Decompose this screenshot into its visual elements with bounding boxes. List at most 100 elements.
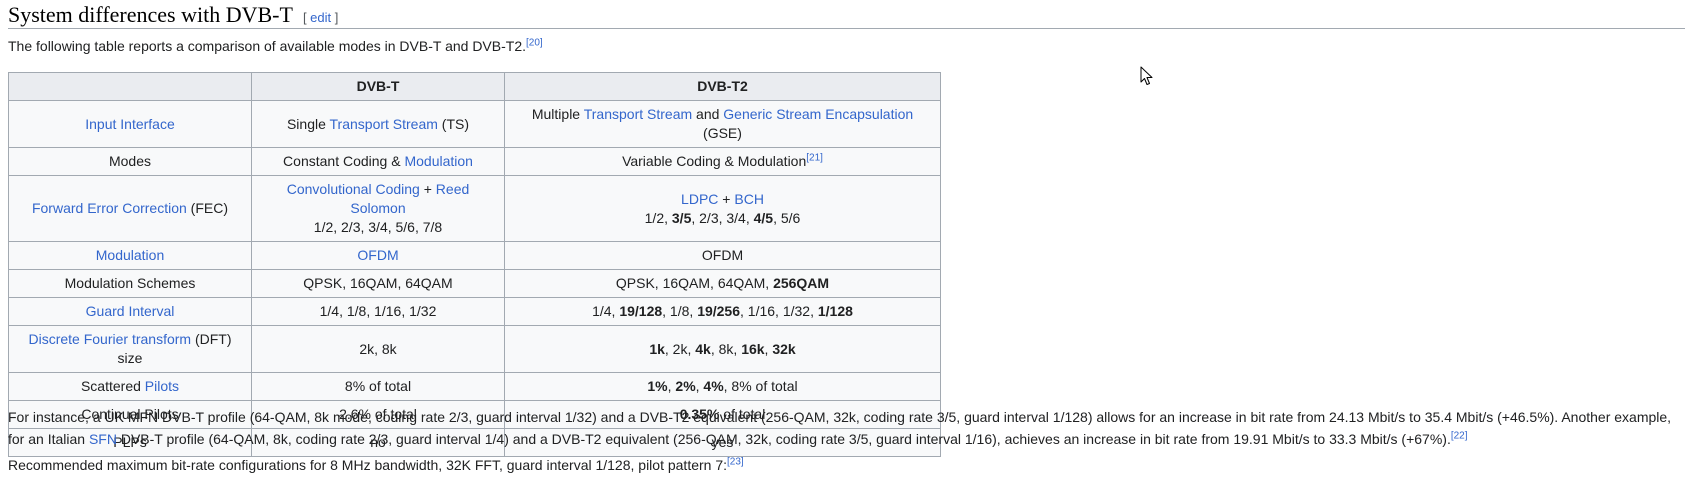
row-label-cell: Forward Error Correction (FEC) [8, 175, 252, 242]
dvb-t-cell: OFDM [251, 241, 505, 270]
table-row: Forward Error Correction (FEC) Convolutio… [8, 175, 941, 242]
table-row: Input Interface Single Transport Stream (… [8, 100, 941, 148]
edit-section: [ edit ] [302, 10, 339, 25]
dvb-t2-cell: Multiple Transport Stream and Generic St… [504, 100, 941, 148]
text-span: Recommended maximum bit-rate configurati… [8, 457, 728, 473]
wiki-link[interactable]: Forward Error Correction [32, 200, 187, 216]
table-row: Scattered Pilots 8% of total 1%, 2%, 4%, 8… [8, 372, 941, 401]
bold-text: 4k [695, 340, 711, 357]
wiki-link[interactable]: LDPC [681, 191, 718, 207]
header-corner [8, 72, 252, 101]
bold-text: 4% [703, 378, 724, 394]
text-span: OFDM [701, 247, 744, 263]
text-span: Variable Coding & Modulation [622, 153, 807, 169]
bold-text: 2% [675, 378, 696, 394]
section-title: System differences with DVB-T [8, 2, 293, 27]
dvb-t2-cell: OFDM [504, 241, 941, 270]
row-label-cell: Modulation [8, 241, 252, 270]
text-span: , 1/8, [662, 303, 698, 319]
wiki-link[interactable]: Convolutional Coding [287, 181, 420, 197]
bold-text: 1k [649, 340, 665, 357]
text-span: QPSK, 16QAM, 64QAM, [615, 275, 774, 291]
wiki-link[interactable]: SFN [89, 431, 117, 447]
text-span: + [419, 181, 436, 197]
dvb-t-cell: Convolutional Coding + Reed Solomon 1/2, … [251, 175, 505, 242]
dvb-t2-cell: QPSK, 16QAM, 64QAM, 256QAM [504, 269, 941, 298]
dvb-t-cell: 8% of total [251, 372, 505, 401]
bold-text: 19/256 [697, 303, 741, 319]
text-span: Constant Coding & [283, 153, 405, 169]
wiki-link[interactable]: Transport Stream [584, 106, 692, 122]
wiki-link[interactable]: BCH [734, 191, 764, 207]
text-span: , 2/3, 3/4, [691, 209, 754, 226]
dvb-t2-cell: 1k, 2k, 4k, 8k, 16k, 32k [504, 325, 941, 373]
reference-link[interactable]: [23] [727, 456, 744, 467]
bold-text: 32k [772, 340, 796, 357]
dvb-t-cell: 2k, 8k [251, 325, 505, 373]
table-row: Guard Interval 1/4, 1/8, 1/16, 1/32 1/4, 1… [8, 297, 941, 326]
text-span: (TS) [437, 115, 470, 132]
text-span: DVB-T profile (64-QAM, 8k, coding rate 2… [116, 431, 1451, 447]
wiki-link[interactable]: Transport Stream [330, 116, 438, 132]
wiki-link[interactable]: OFDM [357, 247, 398, 263]
dvb-t-cell: Constant Coding & Modulation [251, 147, 505, 176]
bold-text: 1/128 [817, 303, 853, 319]
row-label-cell: Scattered Pilots [8, 372, 252, 401]
dvb-t-cell: QPSK, 16QAM, 64QAM [251, 269, 505, 298]
bold-text: 19/128 [619, 303, 663, 319]
wiki-link[interactable]: Guard Interval [86, 303, 175, 319]
dvb-t-cell: Single Transport Stream (TS) [251, 100, 505, 148]
reference-link[interactable]: [22] [1451, 430, 1468, 441]
dvb-t2-cell: LDPC + BCH 1/2, 3/5, 2/3, 3/4, 4/5, 5/6 [504, 175, 941, 242]
text-span: and [692, 106, 724, 122]
intro-text: The following table reports a comparison… [8, 38, 526, 54]
wiki-link[interactable]: Generic Stream Encapsulation [723, 106, 913, 122]
text-span: 2k, 8k [359, 340, 397, 357]
text-span: Modulation Schemes [64, 275, 196, 291]
text-span: QPSK, 16QAM, 64QAM [303, 275, 453, 291]
wiki-link[interactable]: Pilots [145, 378, 179, 394]
table-row: Modulation OFDM OFDM [8, 241, 941, 270]
dvb-t-cell: 1/4, 1/8, 1/16, 1/32 [251, 297, 505, 326]
wiki-link[interactable]: Modulation [404, 153, 473, 169]
text-span: (GSE) [703, 125, 742, 141]
edit-link[interactable]: edit [310, 10, 331, 25]
row-label-cell: Guard Interval [8, 297, 252, 326]
intro-paragraph: The following table reports a comparison… [8, 36, 543, 56]
dvb-t2-cell: Variable Coding & Modulation[21] [504, 147, 941, 176]
row-label-cell: Input Interface [8, 100, 252, 148]
text-span: , 8% of total [723, 378, 798, 394]
text-span: 8% of total [344, 378, 412, 394]
text-span: 1/2, [644, 209, 672, 226]
header-dvb-t2: DVB-T2 [504, 72, 941, 101]
bold-text: 256QAM [773, 275, 830, 291]
row-label-cell: Discrete Fourier transform (DFT) size [8, 325, 252, 373]
text-span: 1/2, 2/3, 3/4, 5/6, 7/8 [313, 219, 443, 235]
wiki-link[interactable]: Modulation [96, 247, 165, 263]
row-label-cell: Modes [8, 147, 252, 176]
mouse-pointer-icon [1140, 66, 1153, 85]
text-span: , 8k, [710, 340, 742, 357]
text-span: + [718, 190, 735, 207]
text-span: , 2k, [664, 340, 696, 357]
text-span: Modes [108, 153, 152, 169]
text-span: , 1/16, 1/32, [740, 303, 818, 319]
text-span: , 5/6 [773, 209, 801, 226]
text-span: 1/4, [592, 303, 620, 319]
bold-text: 16k [741, 340, 765, 357]
row-label-cell: Modulation Schemes [8, 269, 252, 298]
text-span: (FEC) [186, 200, 229, 216]
comparison-table: DVB-T DVB-T2 Input Interface Single Trans… [8, 72, 941, 457]
wiki-link[interactable]: Input Interface [85, 116, 175, 132]
bold-text: 4/5 [753, 209, 774, 226]
reference-link[interactable]: [20] [526, 37, 543, 48]
header-dvb-t: DVB-T [251, 72, 505, 101]
text-span: Single [286, 115, 330, 132]
table-row: Discrete Fourier transform (DFT) size 2k,… [8, 325, 941, 373]
recommended-config-paragraph: Recommended maximum bit-rate configurati… [8, 454, 1678, 476]
section-heading: System differences with DVB-T [ edit ] [8, 2, 338, 31]
reference-link[interactable]: [21] [806, 152, 823, 163]
dvb-t2-cell: 1/4, 19/128, 1/8, 19/256, 1/16, 1/32, 1/… [504, 297, 941, 326]
wiki-link[interactable]: Discrete Fourier transform [28, 331, 191, 347]
text-span: Multiple [531, 106, 584, 122]
